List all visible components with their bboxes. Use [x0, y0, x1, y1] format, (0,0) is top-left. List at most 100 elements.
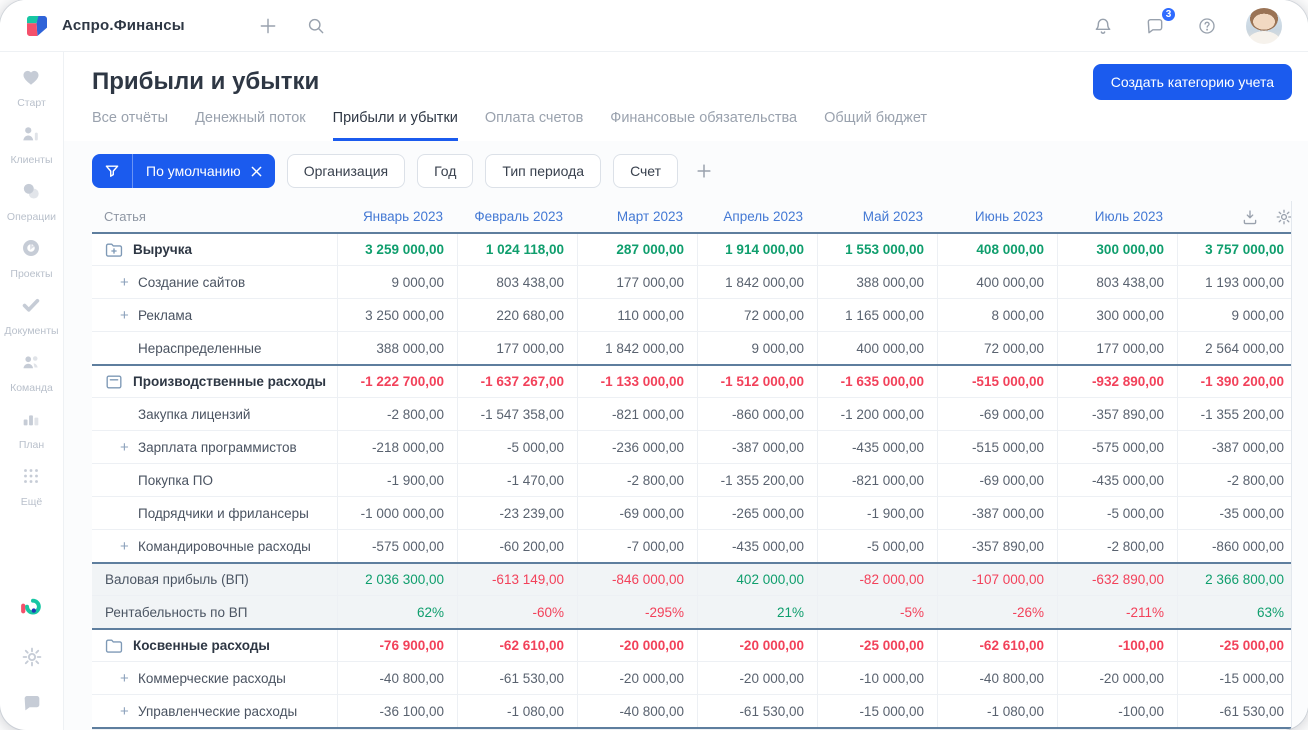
- row-label-cell[interactable]: + Командировочные расходы: [92, 530, 337, 562]
- sidebar-item-label: Ещё: [20, 496, 43, 508]
- column-header-month[interactable]: Январь 2023: [337, 209, 457, 224]
- value-cell: 9 000,00: [1177, 299, 1291, 331]
- row-label-cell[interactable]: Рентабельность по ВП: [92, 596, 337, 628]
- value-cell: -5 000,00: [457, 431, 577, 463]
- tab-6[interactable]: Общий бюджет: [824, 110, 927, 141]
- value-cell: 110 000,00: [577, 299, 697, 331]
- value-cell: 8 000,00: [937, 299, 1057, 331]
- value-cell: -35 000,00: [1177, 497, 1291, 529]
- tab-3[interactable]: Прибыли и убытки: [332, 110, 458, 141]
- filter-chip-3[interactable]: Тип периода: [485, 154, 602, 188]
- row-label-cell[interactable]: + Реклама: [92, 299, 337, 331]
- sidebar-item-team[interactable]: Команда: [4, 351, 58, 394]
- filter-chip-2[interactable]: Год: [417, 154, 474, 188]
- team-icon: [20, 351, 42, 378]
- row-label-cell[interactable]: + Управленческие расходы: [92, 695, 337, 727]
- value-cell: 803 438,00: [457, 266, 577, 298]
- add-filter-icon[interactable]: [694, 161, 714, 181]
- value-cell: -2 800,00: [577, 464, 697, 496]
- row-label-cell[interactable]: Производственные расходы: [92, 366, 337, 397]
- remove-filter-icon[interactable]: [251, 166, 262, 177]
- expand-plus-icon[interactable]: +: [120, 670, 138, 687]
- expand-plus-icon[interactable]: +: [120, 703, 138, 720]
- expand-plus-icon[interactable]: +: [120, 439, 138, 456]
- value-cell: 220 680,00: [457, 299, 577, 331]
- create-category-button[interactable]: Создать категорию учета: [1092, 64, 1292, 100]
- value-cell: 300 000,00: [1057, 234, 1177, 265]
- row-label-cell[interactable]: + Создание сайтов: [92, 266, 337, 298]
- column-header-month[interactable]: Июнь 2023: [937, 209, 1057, 224]
- value-cell: 3 250 000,00: [337, 299, 457, 331]
- user-avatar[interactable]: [1246, 7, 1282, 44]
- sidebar-item-label: План: [18, 439, 45, 451]
- folder-icon[interactable]: [104, 636, 124, 656]
- help-icon[interactable]: [1194, 13, 1220, 39]
- plan-icon: [20, 408, 42, 435]
- column-header-month[interactable]: Июль 2023: [1057, 209, 1177, 224]
- row-label-cell[interactable]: Выручка: [92, 234, 337, 265]
- sidebar-item-start[interactable]: Старт: [4, 66, 58, 109]
- sidebar-item-projects[interactable]: Проекты: [4, 237, 58, 280]
- column-header-article[interactable]: Статья: [92, 209, 337, 224]
- sidebar-item-plan[interactable]: План: [4, 408, 58, 451]
- tab-5[interactable]: Финансовые обязательства: [610, 110, 797, 141]
- value-cell: 177 000,00: [1057, 332, 1177, 364]
- chat-icon[interactable]: 3: [1142, 5, 1177, 39]
- expand-plus-icon[interactable]: +: [120, 274, 138, 291]
- sidebar-item-documents[interactable]: Документы: [4, 294, 59, 337]
- pl-table: Статья Январь 2023 Февраль 2023 Март 2023 А…: [92, 201, 1292, 730]
- settings-gear-icon[interactable]: [21, 646, 43, 668]
- sidebar-item-clients[interactable]: Клиенты: [4, 123, 58, 166]
- support-chat-icon[interactable]: [21, 692, 43, 714]
- value-cell: 3 259 000,00: [337, 234, 457, 265]
- search-icon[interactable]: [303, 13, 329, 39]
- sidebar-item-more[interactable]: Ещё: [4, 465, 58, 508]
- value-cell: 2 036 300,00: [337, 564, 457, 595]
- active-filter-pill[interactable]: По умолчанию: [92, 154, 275, 188]
- tab-2[interactable]: Денежный поток: [195, 110, 306, 141]
- table-row: Валовая прибыль (ВП) 2 036 300,00 -613 149…: [92, 562, 1291, 595]
- value-cell: -60 200,00: [457, 530, 577, 562]
- value-cell: 72 000,00: [937, 332, 1057, 364]
- folder-plus-icon[interactable]: [104, 240, 124, 260]
- row-label-cell[interactable]: Валовая прибыль (ВП): [92, 564, 337, 595]
- value-cell: -932 890,00: [1057, 366, 1177, 397]
- tab-4[interactable]: Оплата счетов: [485, 110, 583, 141]
- sidebar-item-operations[interactable]: Операции: [4, 180, 58, 223]
- row-label-cell[interactable]: + Зарплата программистов: [92, 431, 337, 463]
- folder-minus-icon[interactable]: [104, 372, 124, 392]
- value-cell: -1 080,00: [457, 695, 577, 727]
- value-cell: -1 000 000,00: [337, 497, 457, 529]
- column-header-month[interactable]: Апрель 2023: [697, 209, 817, 224]
- table-row: Нераспределенные 388 000,00 177 000,00 1 84…: [92, 331, 1291, 364]
- filter-bar: По умолчанию Организация Год Тип периода Сч…: [92, 154, 1292, 188]
- value-cell: 1 842 000,00: [577, 332, 697, 364]
- value-cell: -821 000,00: [817, 464, 937, 496]
- value-cell: 1 553 000,00: [817, 234, 937, 265]
- table-row: Рентабельность по ВП 62% -60% -295% 21% -5% -2…: [92, 595, 1291, 628]
- value-cell: 1 193 000,00: [1177, 266, 1291, 298]
- tab-1[interactable]: Все отчёты: [92, 110, 168, 141]
- column-header-month[interactable]: Февраль 2023: [457, 209, 577, 224]
- filter-chip-4[interactable]: Счет: [613, 154, 679, 188]
- column-header-month[interactable]: Май 2023: [817, 209, 937, 224]
- value-cell: -5 000,00: [1057, 497, 1177, 529]
- expand-plus-icon[interactable]: +: [120, 538, 138, 555]
- filter-chip-1[interactable]: Организация: [286, 154, 406, 188]
- value-cell: -1 133 000,00: [577, 366, 697, 397]
- value-cell: -107 000,00: [937, 564, 1057, 595]
- column-header-month[interactable]: Март 2023: [577, 209, 697, 224]
- value-cell: 177 000,00: [457, 332, 577, 364]
- row-label-cell[interactable]: Косвенные расходы: [92, 630, 337, 661]
- row-label: Коммерческие расходы: [138, 670, 286, 686]
- expand-plus-icon[interactable]: +: [120, 307, 138, 324]
- notifications-bell-icon[interactable]: [1090, 13, 1116, 39]
- value-cell: -357 890,00: [937, 530, 1057, 562]
- value-cell: -265 000,00: [697, 497, 817, 529]
- value-cell: -1 512 000,00: [697, 366, 817, 397]
- create-new-icon[interactable]: [255, 13, 281, 39]
- row-label-cell[interactable]: + Коммерческие расходы: [92, 662, 337, 694]
- table-settings-gear-icon[interactable]: [1275, 208, 1291, 226]
- value-cell: -60%: [457, 596, 577, 628]
- download-icon[interactable]: [1241, 208, 1259, 226]
